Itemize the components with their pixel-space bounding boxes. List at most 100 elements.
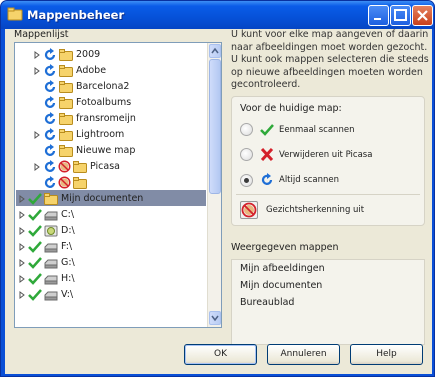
check-icon	[28, 272, 42, 285]
tree-item-label: Nieuwe map	[76, 145, 136, 156]
check-icon	[28, 192, 42, 205]
folder-icon	[59, 112, 73, 125]
tree-item-label: C:\	[61, 209, 75, 220]
refresh-icon	[44, 111, 56, 124]
mode-divider	[236, 194, 420, 195]
expand-arrow-icon[interactable]	[33, 162, 41, 171]
tree-item-label: Lightroom	[76, 129, 125, 140]
dialog-body: Mappenlijst 2009 Adobe Barcelona2 Fotoalbum…	[5, 29, 432, 374]
maximize-button[interactable]	[390, 5, 411, 26]
title-bar[interactable]: Mappenbeheer	[1, 1, 434, 29]
refresh-icon	[44, 143, 56, 156]
drive-icon	[44, 243, 58, 252]
face-recognition-label: Gezichtsherkenning uit	[266, 205, 365, 215]
refresh-icon	[44, 159, 56, 172]
expand-arrow-icon[interactable]	[18, 274, 26, 283]
spacer	[33, 115, 41, 123]
check-icon	[28, 208, 42, 221]
expand-arrow-icon[interactable]	[18, 210, 26, 219]
radio-scan-once[interactable]	[240, 123, 253, 136]
refresh-icon	[44, 63, 56, 76]
tree-item-label: Fotoalbums	[76, 97, 132, 108]
expand-arrow-icon[interactable]	[18, 258, 26, 267]
radio-always-scan[interactable]	[240, 173, 253, 187]
option-remove-label: Verwijderen uit Picasa	[279, 149, 373, 160]
scan-mode-group: Voor de huidige map: Eenmaal scannen Ver…	[231, 96, 425, 226]
spacer	[33, 147, 41, 155]
minimize-icon	[374, 18, 381, 20]
refresh-icon	[44, 47, 56, 60]
no-face-icon	[241, 202, 257, 218]
folder-tree[interactable]: 2009 Adobe Barcelona2 Fotoalbums fransromeij…	[14, 42, 222, 328]
refresh-icon	[44, 175, 56, 188]
expand-arrow-icon[interactable]	[33, 66, 41, 75]
list-item[interactable]: Mijn afbeeldingen	[240, 263, 325, 274]
close-icon	[417, 10, 428, 21]
tree-item-label: fransromeijn	[76, 113, 136, 124]
ok-button[interactable]: OK	[184, 344, 257, 365]
tree-label: Mappenlijst	[14, 29, 69, 40]
tree-item-label: 2009	[76, 49, 101, 60]
option-always-scan-label: Altijd scannen	[279, 175, 340, 185]
scroll-thumb[interactable]	[209, 59, 221, 194]
list-item[interactable]: Mijn documenten	[240, 280, 322, 291]
folder-icon	[59, 128, 73, 141]
tree-item-label: Adobe	[76, 65, 107, 76]
cd-drive-icon	[44, 225, 58, 236]
expand-arrow-icon[interactable]	[18, 194, 26, 203]
scroll-down-button[interactable]	[209, 311, 221, 325]
option-scan-once-label: Eenmaal scannen	[279, 124, 355, 135]
spacer	[33, 99, 41, 107]
dialog-window: Mappenbeheer Mappenlijst 2009 Adobe Barcel…	[0, 0, 435, 377]
shown-folders-label: Weergegeven mappen	[231, 242, 339, 253]
refresh-icon	[261, 173, 273, 185]
help-button[interactable]: Help	[350, 344, 423, 365]
tree-item-label: woonkamer	[90, 177, 153, 188]
tree-item[interactable]: V:\	[18, 285, 210, 304]
list-item[interactable]: Bureaublad	[240, 297, 294, 308]
expand-arrow-icon[interactable]	[33, 50, 41, 59]
refresh-icon	[44, 79, 56, 92]
close-button[interactable]	[412, 5, 433, 26]
minimize-button[interactable]	[368, 5, 389, 26]
expand-arrow-icon[interactable]	[18, 226, 26, 235]
drive-icon	[44, 211, 58, 220]
no-face-icon	[58, 160, 71, 173]
tree-item-label: D:\	[61, 225, 75, 236]
expand-arrow-icon[interactable]	[18, 242, 26, 251]
folder-icon	[73, 176, 87, 189]
red-x-icon	[260, 148, 274, 161]
folder-icon	[73, 160, 87, 173]
expand-arrow-icon[interactable]	[18, 290, 26, 299]
tree-item-label: V:\	[61, 289, 74, 300]
tree-item-label: G:\	[61, 257, 75, 268]
spacer	[33, 83, 41, 91]
option-scan-once[interactable]: Eenmaal scannen	[240, 123, 354, 136]
face-recognition-toggle[interactable]	[240, 201, 258, 219]
drive-icon	[44, 291, 58, 300]
tree-scrollbar[interactable]	[207, 43, 221, 327]
cancel-button[interactable]: Annuleren	[267, 344, 340, 365]
chevron-up-icon	[211, 47, 219, 54]
chevron-down-icon	[211, 315, 219, 322]
tree-item-label: H:\	[61, 273, 75, 284]
drive-icon	[44, 275, 58, 284]
shown-folders-list: Mijn afbeeldingen Mijn documenten Bureau…	[231, 259, 425, 345]
folder-icon	[59, 80, 73, 93]
folder-icon	[59, 144, 73, 157]
option-remove[interactable]: Verwijderen uit Picasa	[240, 148, 372, 161]
check-icon	[28, 224, 42, 237]
radio-remove[interactable]	[240, 148, 253, 161]
scroll-up-button[interactable]	[209, 44, 221, 58]
drive-icon	[44, 259, 58, 268]
folder-manager-icon	[7, 7, 23, 21]
refresh-icon	[44, 127, 56, 140]
option-always-scan[interactable]: Altijd scannen	[240, 173, 339, 187]
folder-icon	[59, 48, 73, 61]
expand-arrow-icon[interactable]	[33, 130, 41, 139]
window-title: Mappenbeheer	[27, 8, 125, 22]
check-icon	[28, 240, 42, 253]
refresh-icon	[44, 95, 56, 108]
folder-icon	[59, 96, 73, 109]
check-icon	[28, 288, 42, 301]
